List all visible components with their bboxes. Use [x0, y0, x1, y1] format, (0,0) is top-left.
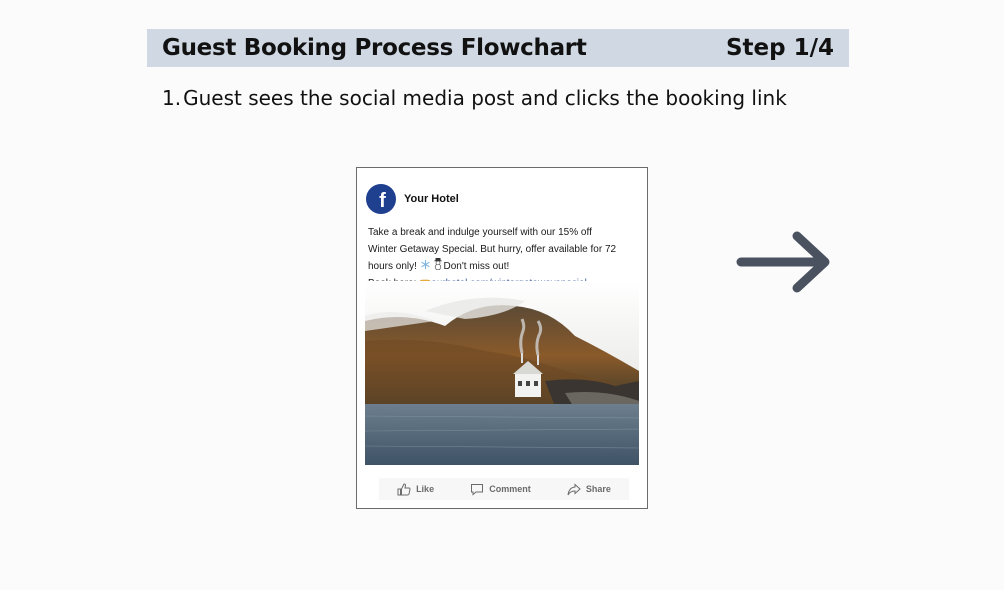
post-line: Take a break and indulge yourself with o…	[368, 227, 592, 238]
like-icon	[397, 482, 411, 496]
comment-button[interactable]: Comment	[470, 483, 531, 496]
hotel-photo	[365, 281, 639, 465]
post-author: Your Hotel	[404, 193, 459, 205]
step-description: 1. Guest sees the social media post and …	[162, 86, 787, 110]
post-line-text: Don't miss out!	[443, 261, 510, 272]
share-label: Share	[585, 484, 611, 494]
step-indicator: Step 1/4	[725, 35, 834, 61]
post-line-text: hours only!	[368, 261, 420, 272]
share-button[interactable]: Share	[567, 482, 611, 496]
comment-label: Comment	[489, 484, 531, 494]
like-label: Like	[416, 484, 435, 494]
share-icon	[567, 482, 581, 496]
post-header: f Your Hotel	[366, 184, 459, 214]
social-post-card: f Your Hotel Take a break and indulge yo…	[356, 167, 648, 509]
facebook-icon: f	[366, 184, 396, 214]
page-title: Guest Booking Process Flowchart	[162, 35, 587, 61]
post-line: hours only! Don't miss out!	[368, 258, 640, 275]
comment-icon	[470, 483, 484, 496]
post-line: Winter Getaway Special. But hurry, offer…	[368, 244, 617, 255]
snowflake-icon	[420, 259, 431, 272]
like-button[interactable]: Like	[397, 482, 435, 496]
post-actions: Like Comment Share	[379, 478, 629, 500]
step-number: 1.	[162, 86, 182, 110]
step-text: Guest sees the social media post and cli…	[183, 86, 787, 110]
snowman-icon	[433, 258, 443, 272]
title-bar: Guest Booking Process Flowchart Step 1/4	[147, 29, 849, 67]
right-arrow-icon	[735, 228, 835, 303]
